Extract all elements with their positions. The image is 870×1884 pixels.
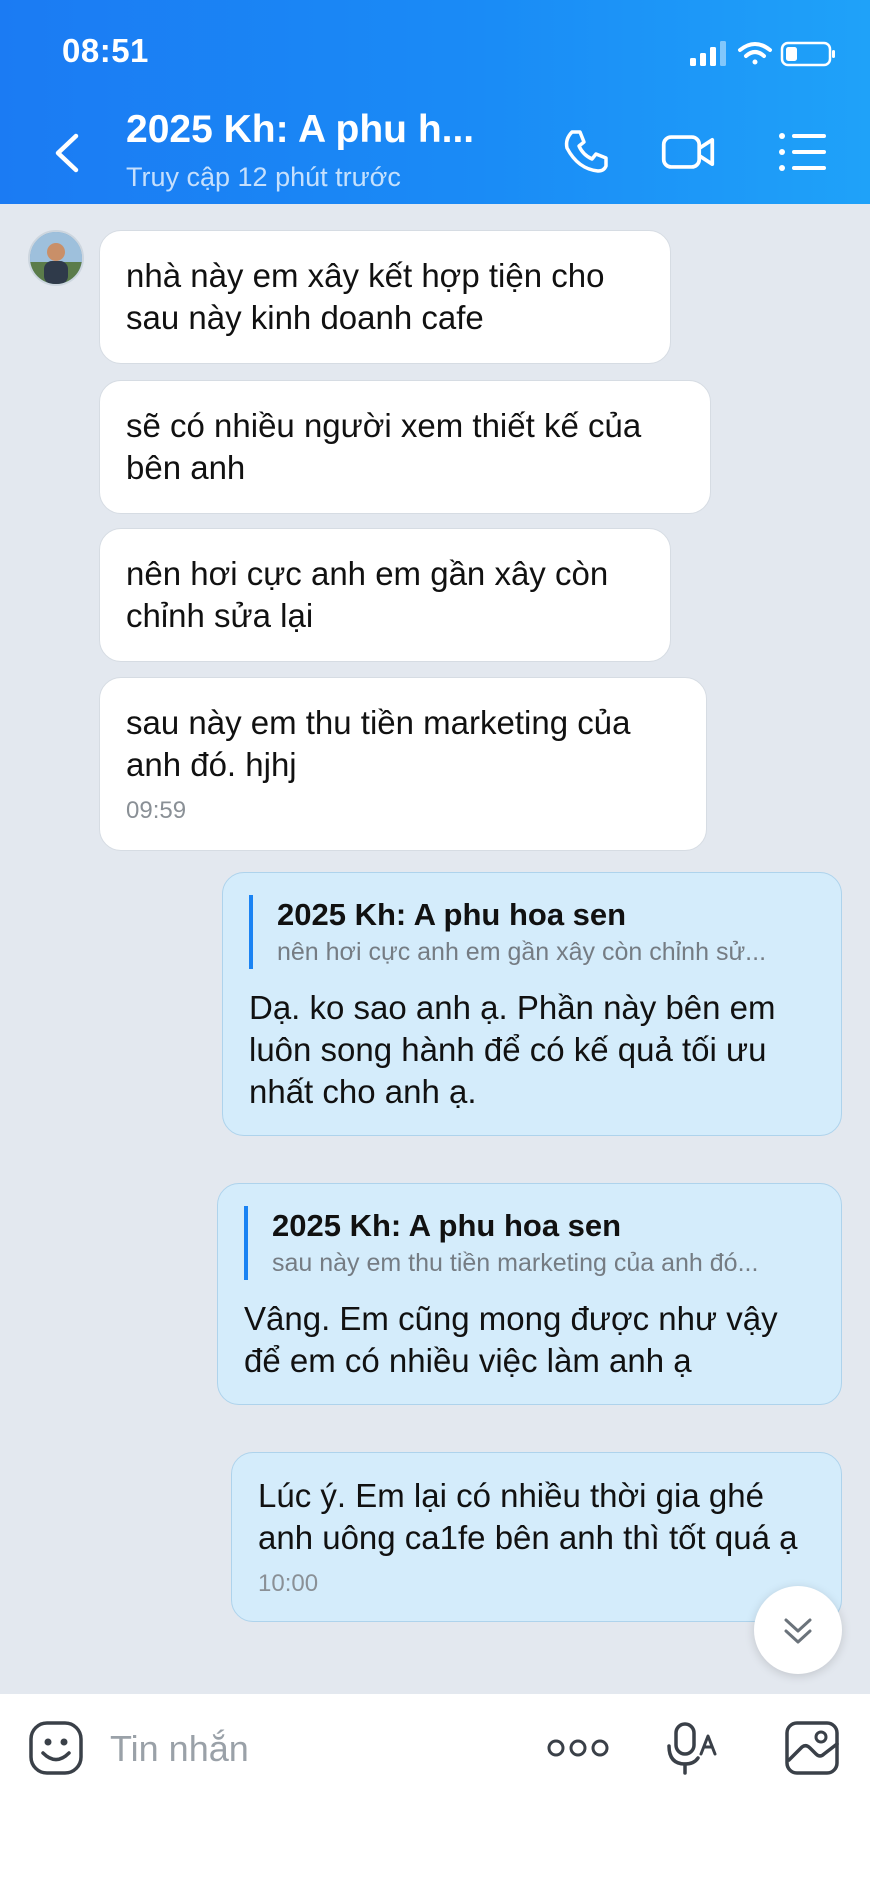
- image-gallery-icon[interactable]: [784, 1720, 840, 1776]
- message-text: Lúc ý. Em lại có nhiều thời gia ghé anh …: [258, 1477, 798, 1556]
- quote-author: 2025 Kh: A phu hoa sen: [272, 1208, 622, 1243]
- signal-icon: [690, 41, 726, 66]
- quote-text: sau này em thu tiền marketing của anh đó…: [272, 1249, 759, 1277]
- sticker-icon[interactable]: [28, 1720, 84, 1776]
- outgoing-message[interactable]: 2025 Kh: A phu hoa sen nên hơi cực anh e…: [222, 872, 842, 1136]
- voice-to-text-mic-icon[interactable]: [664, 1720, 720, 1776]
- incoming-message[interactable]: sau này em thu tiền marketing của anh đó…: [99, 677, 707, 851]
- contact-avatar[interactable]: [28, 230, 84, 286]
- message-text: Vâng. Em cũng mong được như vậy để em có…: [244, 1300, 778, 1379]
- quote-text: nên hơi cực anh em gần xây còn chỉnh sử.…: [277, 938, 767, 966]
- video-call-icon[interactable]: [660, 124, 716, 180]
- message-text: Dạ. ko sao anh ạ. Phần này bên em luôn s…: [249, 989, 776, 1110]
- double-chevron-down-icon: [784, 1618, 812, 1644]
- incoming-message[interactable]: nên hơi cực anh em gần xây còn chỉnh sửa…: [99, 528, 671, 662]
- chat-header: 08:51 2025 Kh: A phu h... Truy cập 12 ph…: [0, 0, 870, 204]
- status-time: 08:51: [62, 32, 149, 69]
- outgoing-message[interactable]: 2025 Kh: A phu hoa sen sau này em thu ti…: [217, 1183, 842, 1405]
- phone-call-icon[interactable]: [558, 124, 614, 180]
- message-text: sau này em thu tiền marketing của anh đó…: [126, 704, 631, 783]
- incoming-message[interactable]: sẽ có nhiều người xem thiết kế của bên a…: [99, 380, 711, 514]
- message-text: nên hơi cực anh em gần xây còn chỉnh sửa…: [126, 555, 609, 634]
- message-time: 10:00: [258, 1570, 319, 1597]
- more-options-icon[interactable]: [546, 1720, 610, 1776]
- message-text: nhà này em xây kết hợp tiện cho sau này …: [126, 257, 605, 336]
- avatar-image: [30, 232, 82, 284]
- chat-title[interactable]: 2025 Kh: A phu h...: [126, 108, 474, 152]
- message-text: sẽ có nhiều người xem thiết kế của bên a…: [126, 407, 642, 486]
- reply-quote[interactable]: 2025 Kh: A phu hoa sen nên hơi cực anh e…: [249, 895, 815, 969]
- scroll-to-bottom-button[interactable]: [754, 1586, 842, 1674]
- quote-author: 2025 Kh: A phu hoa sen: [277, 897, 627, 932]
- reply-quote[interactable]: 2025 Kh: A phu hoa sen sau này em thu ti…: [244, 1206, 815, 1280]
- status-icons: [690, 41, 835, 67]
- message-input-bar: Tin nhắn: [0, 1694, 870, 1884]
- message-input[interactable]: Tin nhắn: [110, 1728, 249, 1770]
- last-seen-status: Truy cập 12 phút trước: [126, 162, 401, 192]
- battery-icon: [780, 41, 835, 67]
- menu-list-icon[interactable]: [774, 124, 830, 180]
- wifi-icon: [738, 42, 772, 65]
- outgoing-message[interactable]: Lúc ý. Em lại có nhiều thời gia ghé anh …: [231, 1452, 842, 1622]
- message-time: 09:59: [126, 797, 187, 824]
- incoming-message[interactable]: nhà này em xây kết hợp tiện cho sau này …: [99, 230, 671, 364]
- back-icon[interactable]: [48, 130, 88, 176]
